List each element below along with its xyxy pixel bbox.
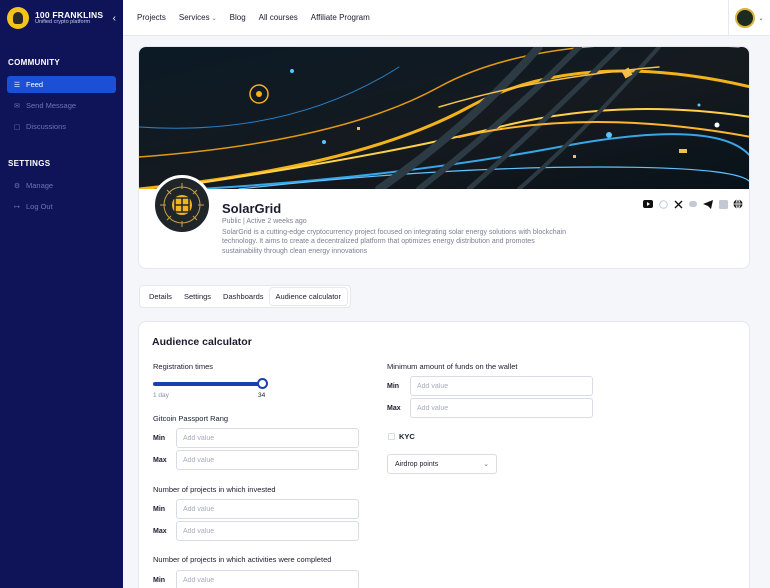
user-menu[interactable]: ⌄ <box>728 0 770 36</box>
registration-slider-thumb[interactable] <box>257 378 269 389</box>
mail-icon: ✉ <box>14 102 20 110</box>
project-tabs: Details Settings Dashboards Audience cal… <box>139 285 351 308</box>
sidebar-item-label: Send Message <box>26 101 77 110</box>
sidebar-item-feed[interactable]: ☰ Feed <box>7 76 116 93</box>
project-avatar <box>152 175 212 235</box>
youtube-icon[interactable] <box>643 199 653 209</box>
funds-max-input[interactable] <box>410 398 593 418</box>
project-description: SolarGrid is a cutting-edge cryptocurren… <box>222 229 566 255</box>
list-icon: ☰ <box>13 81 21 89</box>
nav-services[interactable]: Services ⌄ <box>179 13 217 22</box>
nav-projects[interactable]: Projects <box>137 13 166 22</box>
linkedin-icon[interactable] <box>718 199 728 209</box>
sidebar-item-send-message[interactable]: ✉ Send Message <box>7 97 116 114</box>
airdrop-points-value: Airdrop points <box>395 460 439 468</box>
project-banner <box>139 47 749 189</box>
funds-min-input[interactable] <box>410 376 593 396</box>
audience-calculator: Audience calculator Registration times 1… <box>138 321 750 588</box>
gitcoin-max-input[interactable] <box>176 450 359 470</box>
tab-dashboards[interactable]: Dashboards <box>217 288 269 305</box>
gitcoin-min-label: Min <box>153 435 166 442</box>
community-heading: COMMUNITY <box>8 58 61 67</box>
project-card: SolarGrid Public | Active 2 weeks ago So… <box>138 46 750 269</box>
tab-settings[interactable]: Settings <box>178 288 217 305</box>
solar-emblem-icon <box>160 183 204 227</box>
tab-details[interactable]: Details <box>143 288 178 305</box>
telegram-icon[interactable] <box>703 199 713 209</box>
sidebar-item-discussions[interactable]: ▢ Discussions <box>7 118 116 135</box>
brand[interactable]: 100 FRANKLINS Unified crypto platform ‹ <box>0 0 123 36</box>
invested-projects-label: Number of projects in which invested <box>153 485 276 494</box>
globe-icon[interactable] <box>733 199 743 209</box>
sidebar-item-label: Feed <box>26 80 44 89</box>
kyc-label: KYC <box>399 432 415 441</box>
avatar <box>735 8 756 28</box>
nav-affiliate-program[interactable]: Affiliate Program <box>311 13 370 22</box>
settings-heading: SETTINGS <box>8 159 51 168</box>
activities-min-input[interactable] <box>176 570 359 588</box>
nav-blog[interactable]: Blog <box>230 13 246 22</box>
min-funds-label: Minimum amount of funds on the wallet <box>387 362 518 371</box>
gitcoin-max-label: Max <box>153 457 167 464</box>
sidebar: 100 FRANKLINS Unified crypto platform ‹ … <box>0 0 123 588</box>
chevron-down-icon: ⌄ <box>758 15 764 22</box>
chevron-down-icon: ⌄ <box>483 461 489 468</box>
project-meta: Public | Active 2 weeks ago <box>222 218 307 225</box>
funds-min-label: Min <box>387 383 400 390</box>
github-icon[interactable] <box>658 199 668 209</box>
discord-icon[interactable] <box>688 199 698 209</box>
gitcoin-passport-label: Gitcoin Passport Rang <box>153 414 229 423</box>
chat-icon: ▢ <box>13 123 21 131</box>
x-icon[interactable] <box>673 199 683 209</box>
registration-slider-fill <box>153 382 263 386</box>
invested-min-input[interactable] <box>176 499 359 519</box>
gear-icon: ⚙ <box>13 182 21 190</box>
slider-value-label: 34 <box>258 392 266 399</box>
nav-all-courses[interactable]: All courses <box>259 13 298 22</box>
slider-min-label: 1 day <box>153 392 169 399</box>
chevron-down-icon: ⌄ <box>211 16 217 22</box>
funds-max-label: Max <box>387 405 401 412</box>
social-links <box>638 199 743 209</box>
calculator-title: Audience calculator <box>152 336 252 348</box>
registration-times-label: Registration times <box>153 362 214 371</box>
airdrop-points-select[interactable]: Airdrop points ⌄ <box>387 454 497 474</box>
sidebar-item-label: Manage <box>26 181 54 190</box>
sidebar-item-label: Log Out <box>26 202 53 211</box>
sidebar-item-logout[interactable]: ↦ Log Out <box>7 198 116 215</box>
project-name: SolarGrid <box>222 201 282 216</box>
collapse-sidebar-icon[interactable]: ‹ <box>113 13 116 24</box>
kyc-checkbox[interactable] <box>388 433 395 440</box>
registration-slider[interactable] <box>153 378 269 389</box>
brand-tagline: Unified crypto platform <box>35 18 91 25</box>
tab-audience-calculator[interactable]: Audience calculator <box>269 288 347 305</box>
invested-min-label: Min <box>153 506 166 513</box>
gitcoin-min-input[interactable] <box>176 428 359 448</box>
invested-max-label: Max <box>153 528 167 535</box>
top-nav: Projects Services ⌄ Blog All courses Affi… <box>123 0 770 36</box>
activities-projects-label: Number of projects in which activities w… <box>153 555 332 564</box>
logout-icon: ↦ <box>14 203 20 211</box>
invested-max-input[interactable] <box>176 521 359 541</box>
brand-logo <box>7 7 29 29</box>
sidebar-item-manage[interactable]: ⚙ Manage <box>7 177 116 194</box>
sidebar-item-label: Discussions <box>26 122 67 131</box>
activities-min-label: Min <box>153 577 166 584</box>
nav-services-label: Services <box>178 13 210 22</box>
